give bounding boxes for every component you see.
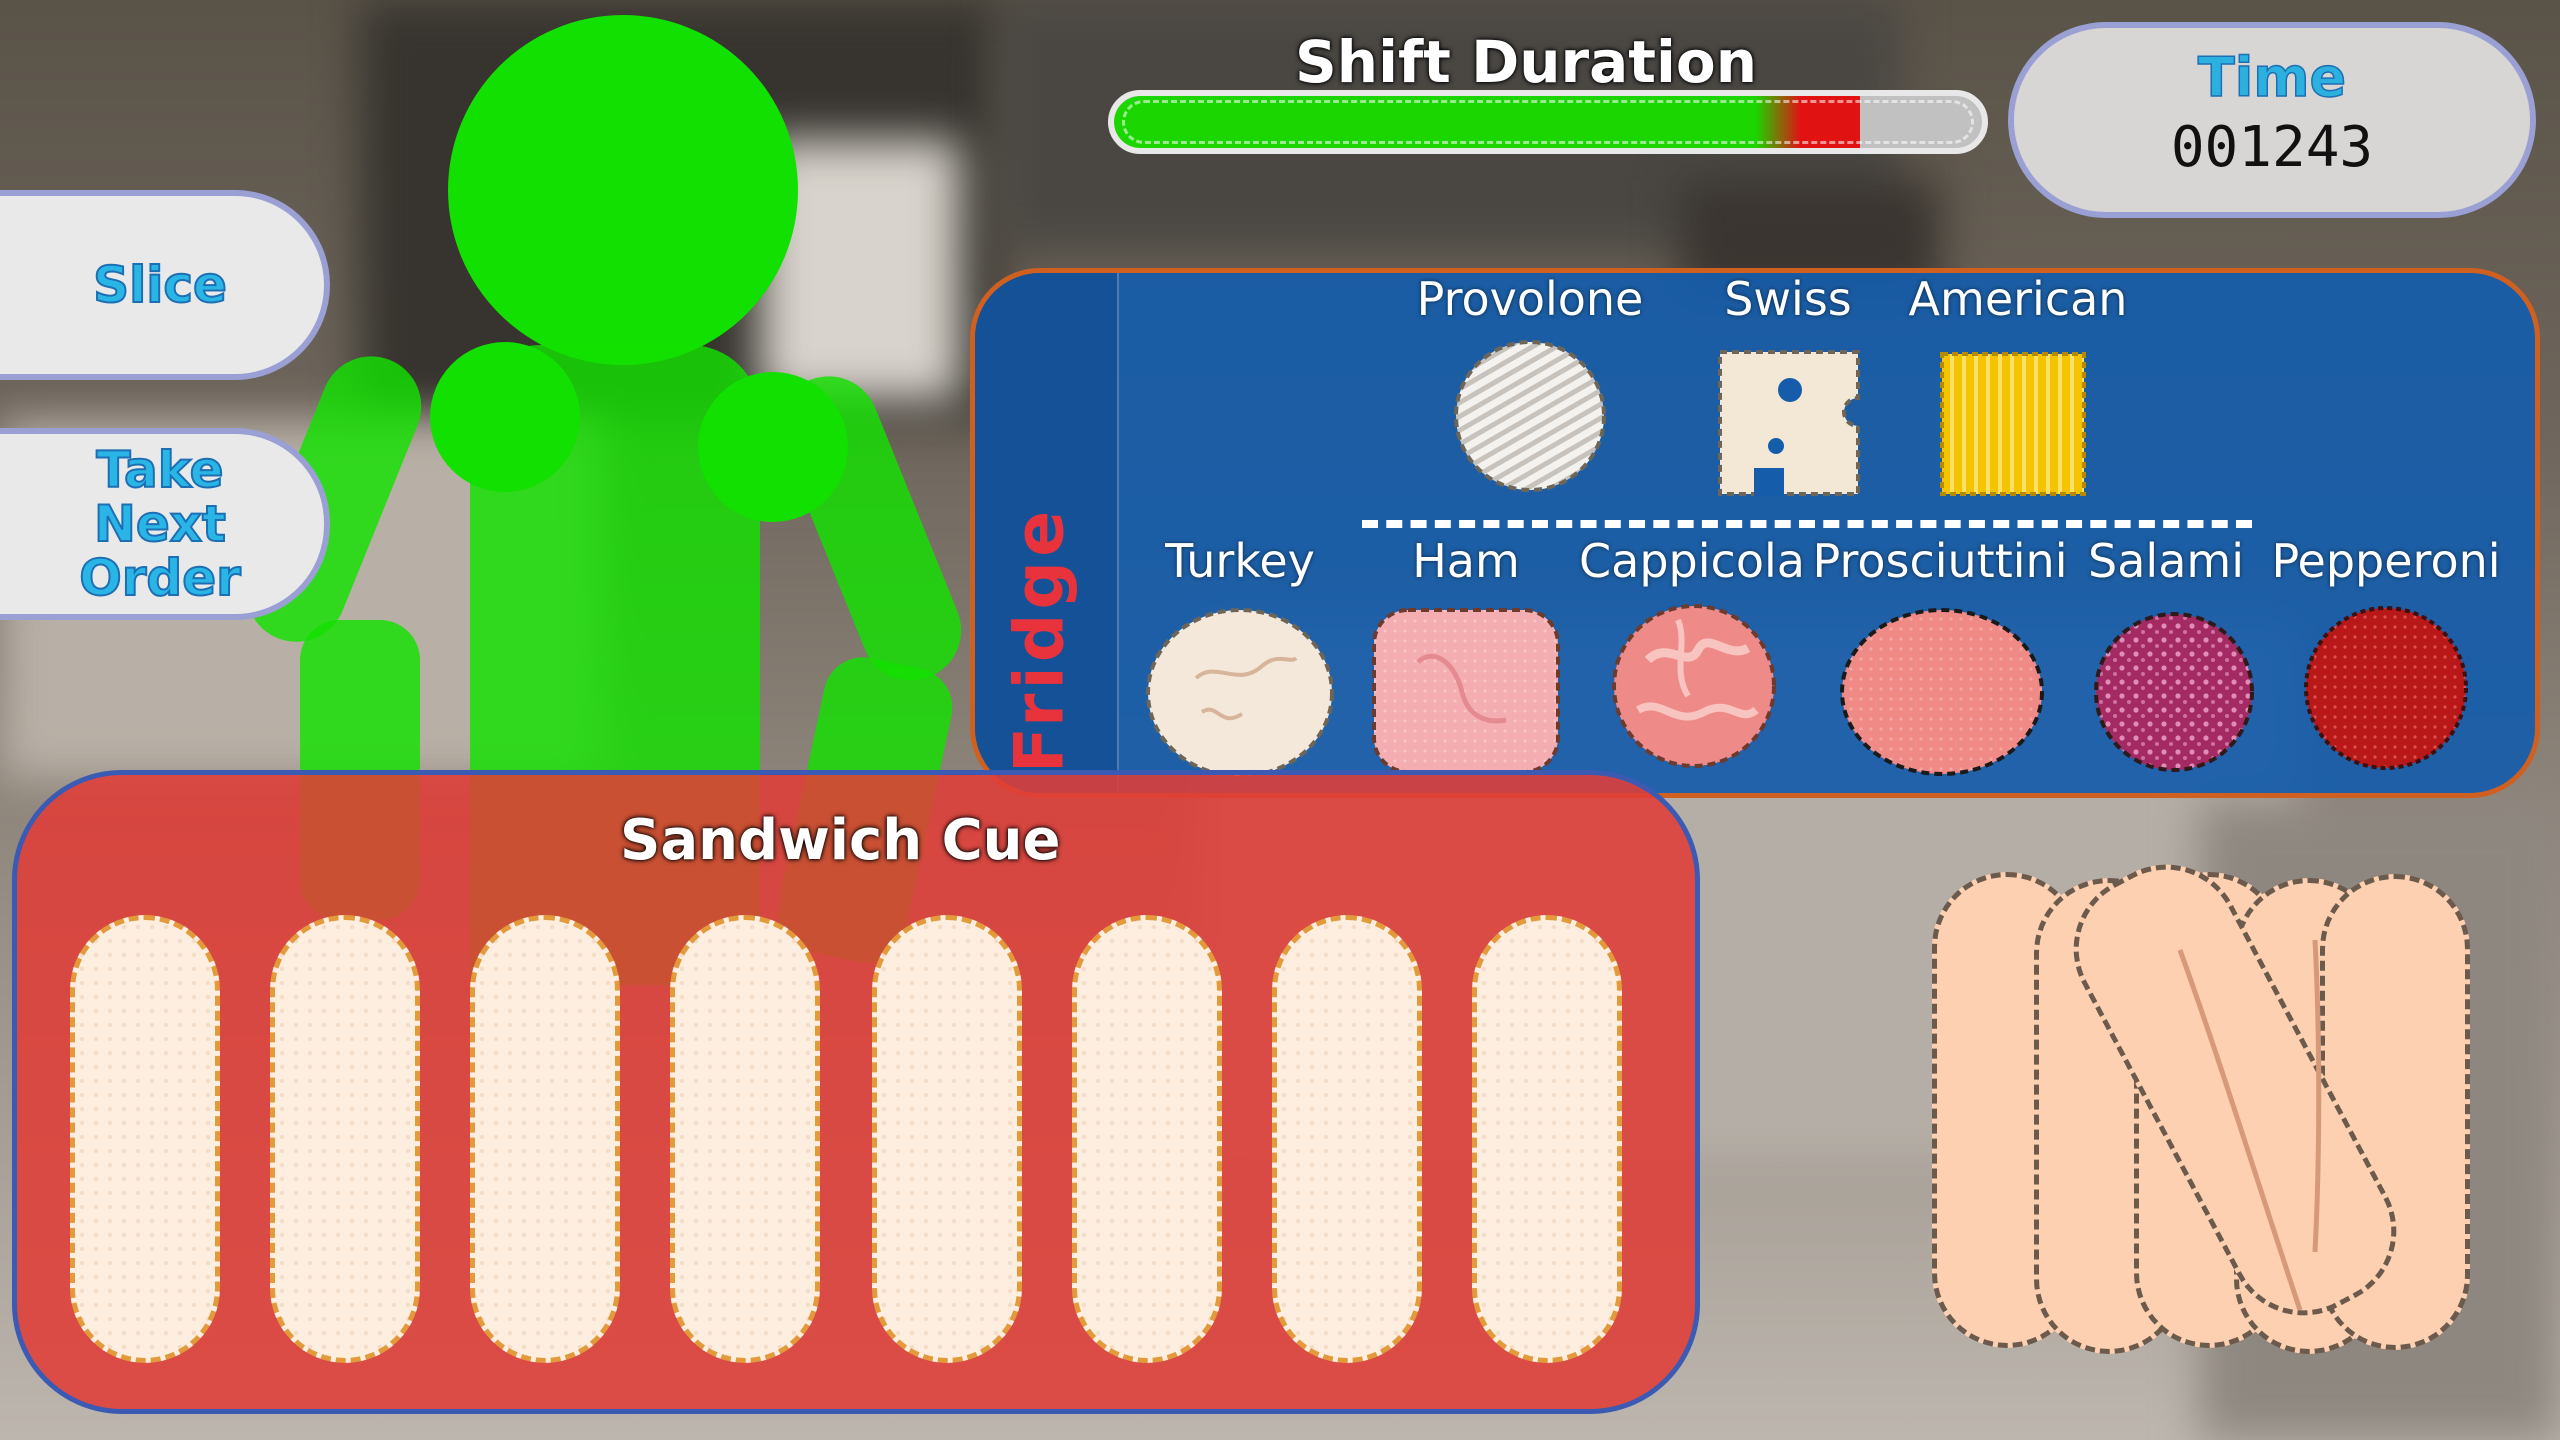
slice-button[interactable]: Slice	[0, 190, 330, 380]
cue-slot-4[interactable]	[670, 915, 820, 1363]
american-icon[interactable]	[1938, 350, 2088, 498]
cue-slot-1[interactable]	[70, 915, 220, 1363]
swiss-label: Swiss	[1724, 272, 1852, 326]
time-label: Time	[2197, 45, 2347, 110]
cue-slot-8[interactable]	[1472, 915, 1622, 1363]
swiss-icon[interactable]	[1716, 348, 1862, 498]
salami-icon[interactable]	[2090, 608, 2258, 776]
pepperoni-icon[interactable]	[2300, 602, 2472, 774]
turkey-label: Turkey	[1165, 534, 1315, 588]
prosciuttini-icon[interactable]	[1836, 604, 2048, 780]
american-label: American	[1908, 272, 2128, 326]
shift-duration-bar	[1108, 90, 1988, 154]
slice-button-label: Slice	[92, 256, 228, 314]
cue-slot-2[interactable]	[270, 915, 420, 1363]
salami-label: Salami	[2088, 534, 2244, 588]
bread-slit-icon	[2312, 939, 2322, 1253]
cue-slot-5[interactable]	[872, 915, 1022, 1363]
cue-slot-3[interactable]	[470, 915, 620, 1363]
provolone-label: Provolone	[1416, 272, 1644, 326]
provolone-icon[interactable]	[1450, 336, 1610, 496]
take-next-order-button[interactable]: Take Next Order	[0, 428, 330, 620]
cappicola-icon[interactable]	[1608, 600, 1780, 772]
take-next-order-label: Take Next Order	[78, 441, 242, 607]
ham-label: Ham	[1412, 534, 1520, 588]
turkey-icon[interactable]	[1142, 604, 1338, 782]
player-head	[448, 15, 798, 365]
pepperoni-label: Pepperoni	[2271, 534, 2501, 588]
cue-slot-7[interactable]	[1272, 915, 1422, 1363]
fridge-divider	[1362, 520, 2252, 528]
time-value: 001243	[2170, 115, 2374, 180]
shift-duration-title: Shift Duration	[1295, 28, 1758, 96]
sandwich-cue-title: Sandwich Cue	[620, 808, 1061, 873]
ham-icon[interactable]	[1370, 606, 1562, 776]
cappicola-label: Cappicola	[1579, 534, 1805, 588]
player-right-shoulder	[698, 372, 848, 522]
cue-slot-6[interactable]	[1072, 915, 1222, 1363]
time-display: Time 001243	[2008, 22, 2536, 218]
bread-slit-icon	[2177, 949, 2303, 1311]
prosciuttini-label: Prosciuttini	[1812, 534, 2068, 588]
player-left-shoulder	[430, 342, 580, 492]
fridge-label: Fridge	[1000, 506, 1080, 774]
